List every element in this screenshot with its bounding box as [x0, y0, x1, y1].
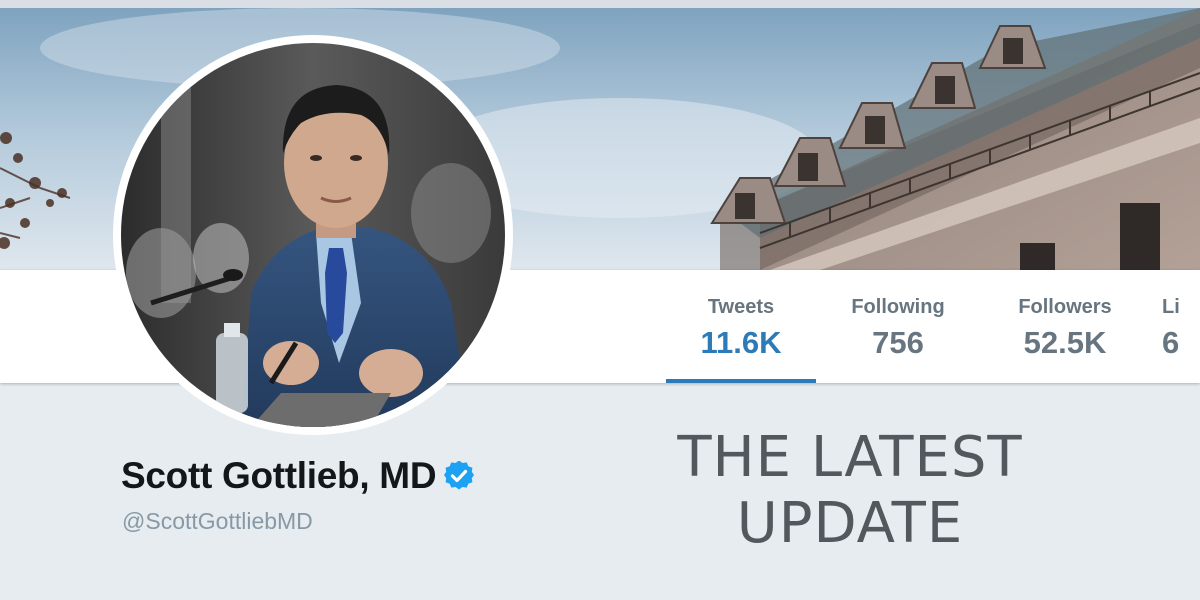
profile-handle[interactable]: @ScottGottliebMD [122, 508, 313, 535]
stat-likes[interactable]: Li 6 [1162, 270, 1200, 383]
stat-tweets-label: Tweets [707, 296, 775, 318]
stat-following-label: Following [851, 296, 945, 318]
avatar-photo [121, 43, 505, 427]
latest-update-caption: THE LATEST UPDATE [640, 425, 1060, 557]
stat-followers-label: Followers [1018, 296, 1112, 318]
stat-tweets[interactable]: Tweets 11.6K [666, 270, 816, 383]
caption-line-1: THE LATEST [677, 425, 1023, 490]
stat-likes-label: Li [1162, 296, 1180, 318]
stat-following[interactable]: Following 756 [823, 270, 973, 383]
stat-followers-value: 52.5K [1023, 325, 1107, 360]
top-strip [0, 0, 1200, 8]
stat-likes-value: 6 [1162, 325, 1180, 360]
stat-tweets-value: 11.6K [700, 325, 782, 360]
active-tab-underline [666, 379, 816, 383]
caption-line-2: UPDATE [736, 491, 964, 556]
stat-followers[interactable]: Followers 52.5K [990, 270, 1140, 383]
profile-avatar[interactable] [113, 35, 513, 435]
profile-name[interactable]: Scott Gottlieb, MD [121, 455, 437, 497]
stat-following-value: 756 [872, 325, 924, 360]
profile-name-row: Scott Gottlieb, MD [121, 454, 475, 498]
verified-badge-icon [444, 461, 475, 490]
